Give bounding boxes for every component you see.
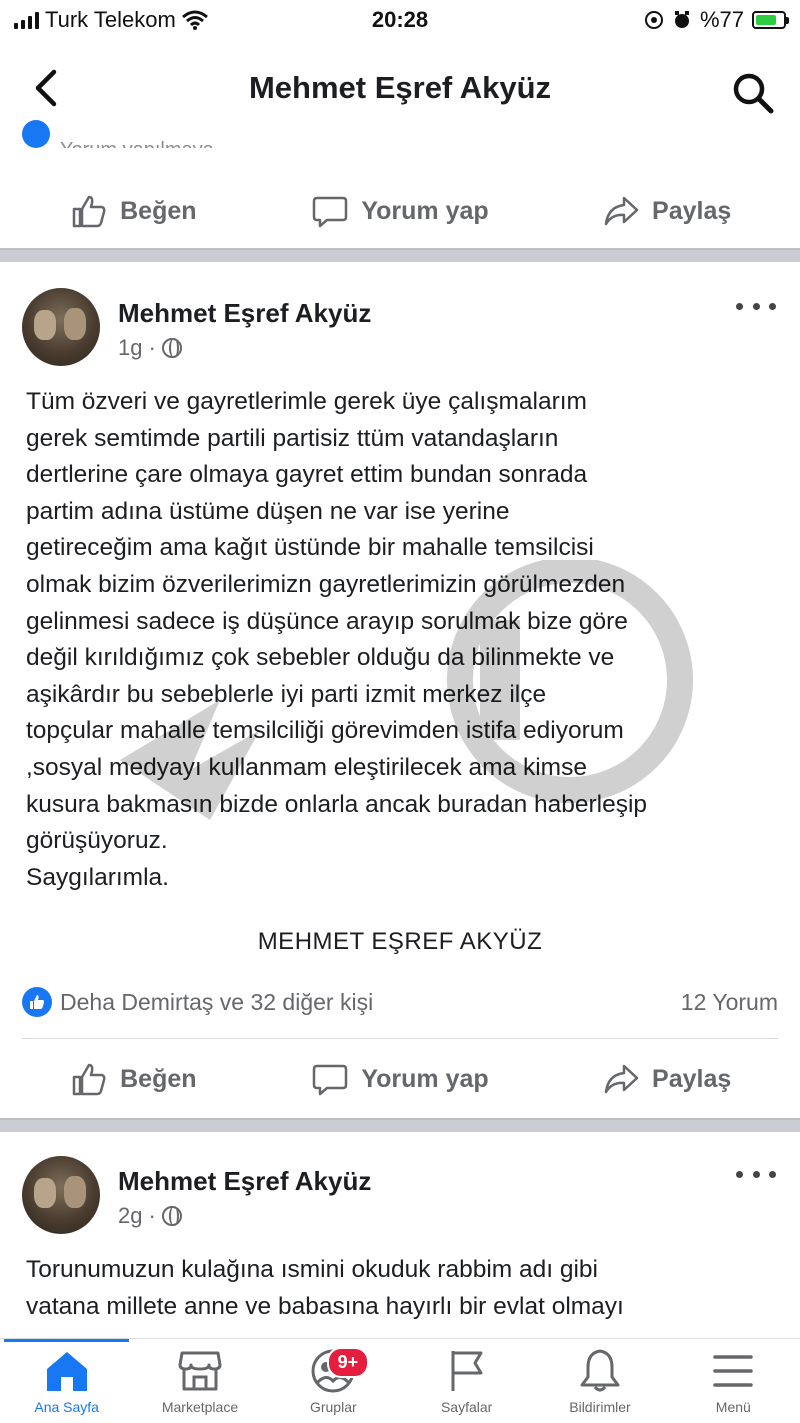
- post-meta: Mehmet Eşref Akyüz 2g ·: [118, 1166, 371, 1229]
- reactions-text: Deha Demirtaş ve 32 diğer kişi: [60, 988, 374, 1015]
- nav-notifications[interactable]: Bildirimler: [533, 1339, 666, 1423]
- page-title: Mehmet Eşref Akyüz: [248, 70, 552, 105]
- battery-fill: [756, 15, 777, 25]
- globe-icon: [161, 338, 182, 358]
- signal-icon: [14, 11, 39, 29]
- post-text-line: aşikârdır bu sebeblerle iyi parti izmit …: [26, 680, 547, 708]
- post-time[interactable]: 1g ·: [118, 335, 371, 361]
- previous-post-cut-text: Yorum yapılmaya: [22, 118, 214, 148]
- globe-icon: [161, 1206, 182, 1226]
- post-body: Tüm özveri ve gayretlerimle gerek üye ça…: [26, 384, 786, 896]
- wifi-icon: [181, 10, 208, 30]
- post-text-line: gelinmesi sadece iş düşünce arayıp sorul…: [26, 607, 628, 635]
- comments-count[interactable]: 12 Yorum: [681, 989, 778, 1016]
- post-text-line: Saygılarımla.: [26, 863, 169, 891]
- post-text-line: olmak bizim özverilerimizn gayretlerimiz…: [26, 570, 626, 598]
- post-body: Torunumuzun kulağına ısmini okuduk rabbi…: [26, 1252, 786, 1325]
- post-meta: Mehmet Eşref Akyüz 1g ·: [118, 298, 371, 361]
- post-text-line: Tüm özveri ve gayretlerimle gerek üye ça…: [26, 388, 587, 415]
- comment-icon: [313, 196, 348, 228]
- post-separator: [0, 248, 800, 262]
- more-options-icon[interactable]: [736, 296, 776, 316]
- comment-icon: [313, 1064, 348, 1096]
- status-left: Turk Telekom: [14, 7, 314, 33]
- share-icon: [604, 196, 639, 226]
- avatar[interactable]: [22, 1156, 100, 1234]
- like-dot-icon: [22, 120, 50, 148]
- post-text-line: gerek semtimde partili partisiz ttüm vat…: [26, 424, 559, 452]
- post-signature: MEHMET EŞREF AKYÜZ: [257, 928, 543, 955]
- like-button[interactable]: Beğen: [0, 1060, 267, 1098]
- post-text-line: ,sosyal medyayı kullanmam eleştirilecek …: [26, 753, 587, 781]
- battery-percent: %77: [699, 7, 744, 32]
- marketplace-icon: [178, 1351, 222, 1391]
- post-author[interactable]: Mehmet Eşref Akyüz: [118, 1166, 371, 1197]
- like-button[interactable]: Beğen: [0, 192, 267, 230]
- post-text-line: dertlerine çare olmaya gayret ettim bund…: [26, 461, 588, 489]
- thumbs-up-icon: [72, 1063, 106, 1096]
- nav-groups[interactable]: 9+ Gruplar: [267, 1339, 400, 1423]
- bell-icon: [580, 1349, 620, 1392]
- post-text-line: topçular mahalle temsilciliği görevimden…: [26, 717, 624, 745]
- comment-button[interactable]: Yorum yap: [267, 192, 534, 230]
- search-icon[interactable]: [730, 70, 776, 116]
- nav-home[interactable]: Ana Sayfa: [0, 1339, 133, 1423]
- post-text-line: partim adına üstüme düşen ne var ise yer…: [26, 497, 510, 525]
- divider: [22, 1038, 778, 1039]
- alarm-icon: [674, 11, 689, 28]
- thumbs-up-icon: [72, 195, 106, 228]
- home-icon: [46, 1352, 87, 1391]
- share-button[interactable]: Paylaş: [533, 1060, 800, 1098]
- post-time[interactable]: 2g ·: [118, 1203, 371, 1229]
- post-actions: Beğen Yorum yap Paylaş: [0, 1044, 800, 1114]
- post-text-line: getireceğim ama kağıt üstünde bir mahall…: [26, 534, 594, 562]
- bottom-navigation: Ana Sayfa Marketplace 9+ Gruplar Sayfala…: [0, 1338, 800, 1423]
- share-button[interactable]: Paylaş: [533, 192, 800, 230]
- groups-badge: 9+: [326, 1347, 370, 1378]
- post-text-line: Torunumuzun kulağına ısmini okuduk rabbi…: [26, 1256, 598, 1283]
- post-separator: [0, 1118, 800, 1132]
- battery-icon: [752, 11, 789, 29]
- location-icon: [644, 11, 663, 29]
- nav-menu[interactable]: Menü: [667, 1339, 800, 1423]
- more-options-icon[interactable]: [736, 1164, 776, 1184]
- post-author[interactable]: Mehmet Eşref Akyüz: [118, 298, 371, 329]
- carrier-name: Turk Telekom: [45, 7, 176, 32]
- back-icon[interactable]: [30, 68, 64, 108]
- comment-button[interactable]: Yorum yap: [267, 1060, 534, 1098]
- like-reaction-icon: [22, 987, 52, 1017]
- menu-icon: [713, 1355, 754, 1387]
- post-text-line: vatana millete anne ve babasına hayırlı …: [26, 1292, 624, 1320]
- post-text-line: değil kırıldığımız çok sebebler olduğu d…: [26, 644, 615, 672]
- post-header: Mehmet Eşref Akyüz 1g ·: [22, 288, 371, 366]
- post-text-line: kusura bakmasın bizde onlarla ancak bura…: [26, 790, 648, 818]
- post-header: Mehmet Eşref Akyüz 2g ·: [22, 1156, 371, 1234]
- nav-marketplace[interactable]: Marketplace: [133, 1339, 266, 1423]
- avatar[interactable]: [22, 288, 100, 366]
- status-bar: Turk Telekom 20:28 %77: [0, 0, 800, 40]
- nav-pages[interactable]: Sayfalar: [400, 1339, 533, 1423]
- post-actions-previous: Beğen Yorum yap Paylaş: [0, 176, 800, 246]
- post-text-line: görüşüyoruz.: [26, 827, 168, 855]
- flag-icon: [451, 1351, 483, 1391]
- reactions-summary[interactable]: Deha Demirtaş ve 32 diğer kişi 12 Yorum: [22, 982, 778, 1022]
- status-right: %77: [644, 7, 789, 33]
- share-icon: [604, 1064, 639, 1094]
